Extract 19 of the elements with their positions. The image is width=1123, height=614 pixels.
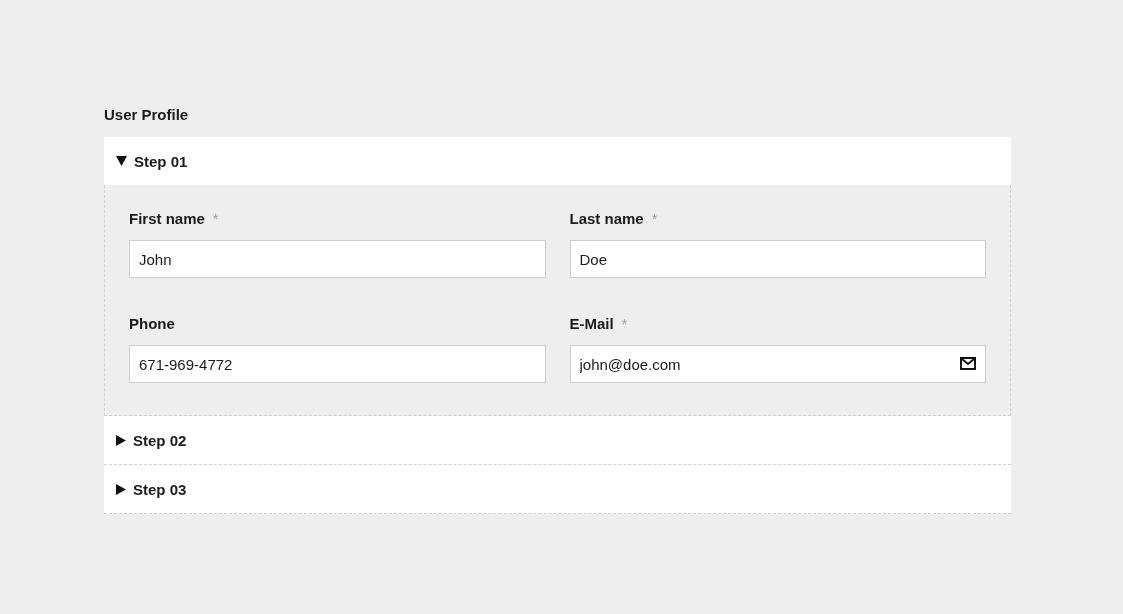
step-header[interactable]: Step 01 xyxy=(104,137,1011,185)
step-header[interactable]: Step 02 xyxy=(104,416,1011,465)
caret-right-icon xyxy=(116,483,126,495)
step-header[interactable]: Step 03 xyxy=(104,465,1011,514)
caret-right-icon xyxy=(116,434,126,446)
caret-down-icon xyxy=(116,156,127,166)
required-mark: * xyxy=(651,210,658,229)
required-mark: * xyxy=(212,210,219,229)
required-mark: * xyxy=(621,315,628,334)
email-field[interactable]: john@doe.com xyxy=(569,345,986,383)
input-field[interactable]: Doe xyxy=(569,240,986,278)
form-title: User Profile xyxy=(104,105,189,125)
field-label: Last name xyxy=(569,209,644,229)
input-field[interactable]: 671-969-4772 xyxy=(129,345,546,383)
field-label: Phone xyxy=(129,314,175,334)
envelope-icon xyxy=(960,357,976,370)
field-label: E-Mail xyxy=(569,314,614,334)
field-label: First name xyxy=(129,209,205,229)
input-field[interactable]: John xyxy=(129,240,546,278)
